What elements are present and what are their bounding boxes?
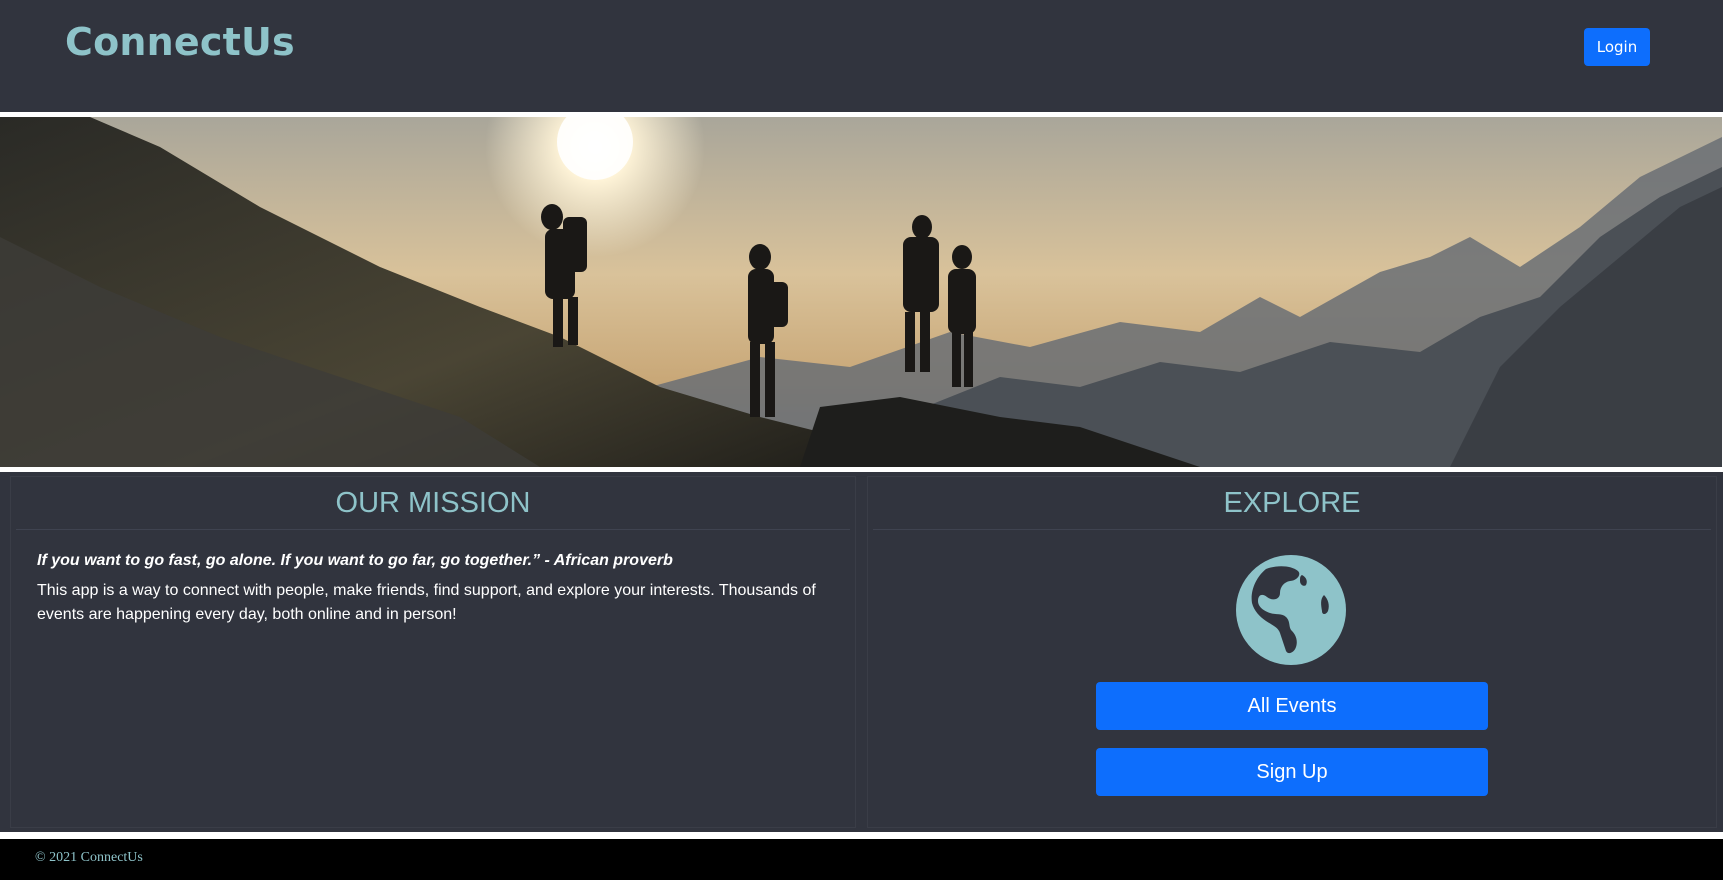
mission-title: OUR MISSION — [16, 477, 850, 530]
navbar: ConnectUs Login — [0, 0, 1723, 112]
brand-logo[interactable]: ConnectUs — [65, 20, 295, 64]
main-section: OUR MISSION If you want to go fast, go a… — [0, 472, 1723, 832]
mission-description: This app is a way to connect with people… — [37, 582, 816, 623]
footer-copyright: © 2021 ConnectUs — [35, 850, 143, 865]
mission-quote: If you want to go fast, go alone. If you… — [37, 552, 673, 569]
all-events-button[interactable]: All Events — [1096, 682, 1488, 730]
mission-card: OUR MISSION If you want to go fast, go a… — [10, 476, 856, 828]
footer: © 2021 ConnectUs — [0, 839, 1723, 880]
explore-title: EXPLORE — [873, 477, 1711, 530]
globe-icon — [1236, 555, 1346, 665]
login-button[interactable]: Login — [1584, 28, 1650, 66]
hero-image — [0, 117, 1722, 467]
explore-card: EXPLORE All Events Sign Up — [867, 476, 1717, 828]
sign-up-button[interactable]: Sign Up — [1096, 748, 1488, 796]
hero-illustration — [0, 117, 1722, 467]
